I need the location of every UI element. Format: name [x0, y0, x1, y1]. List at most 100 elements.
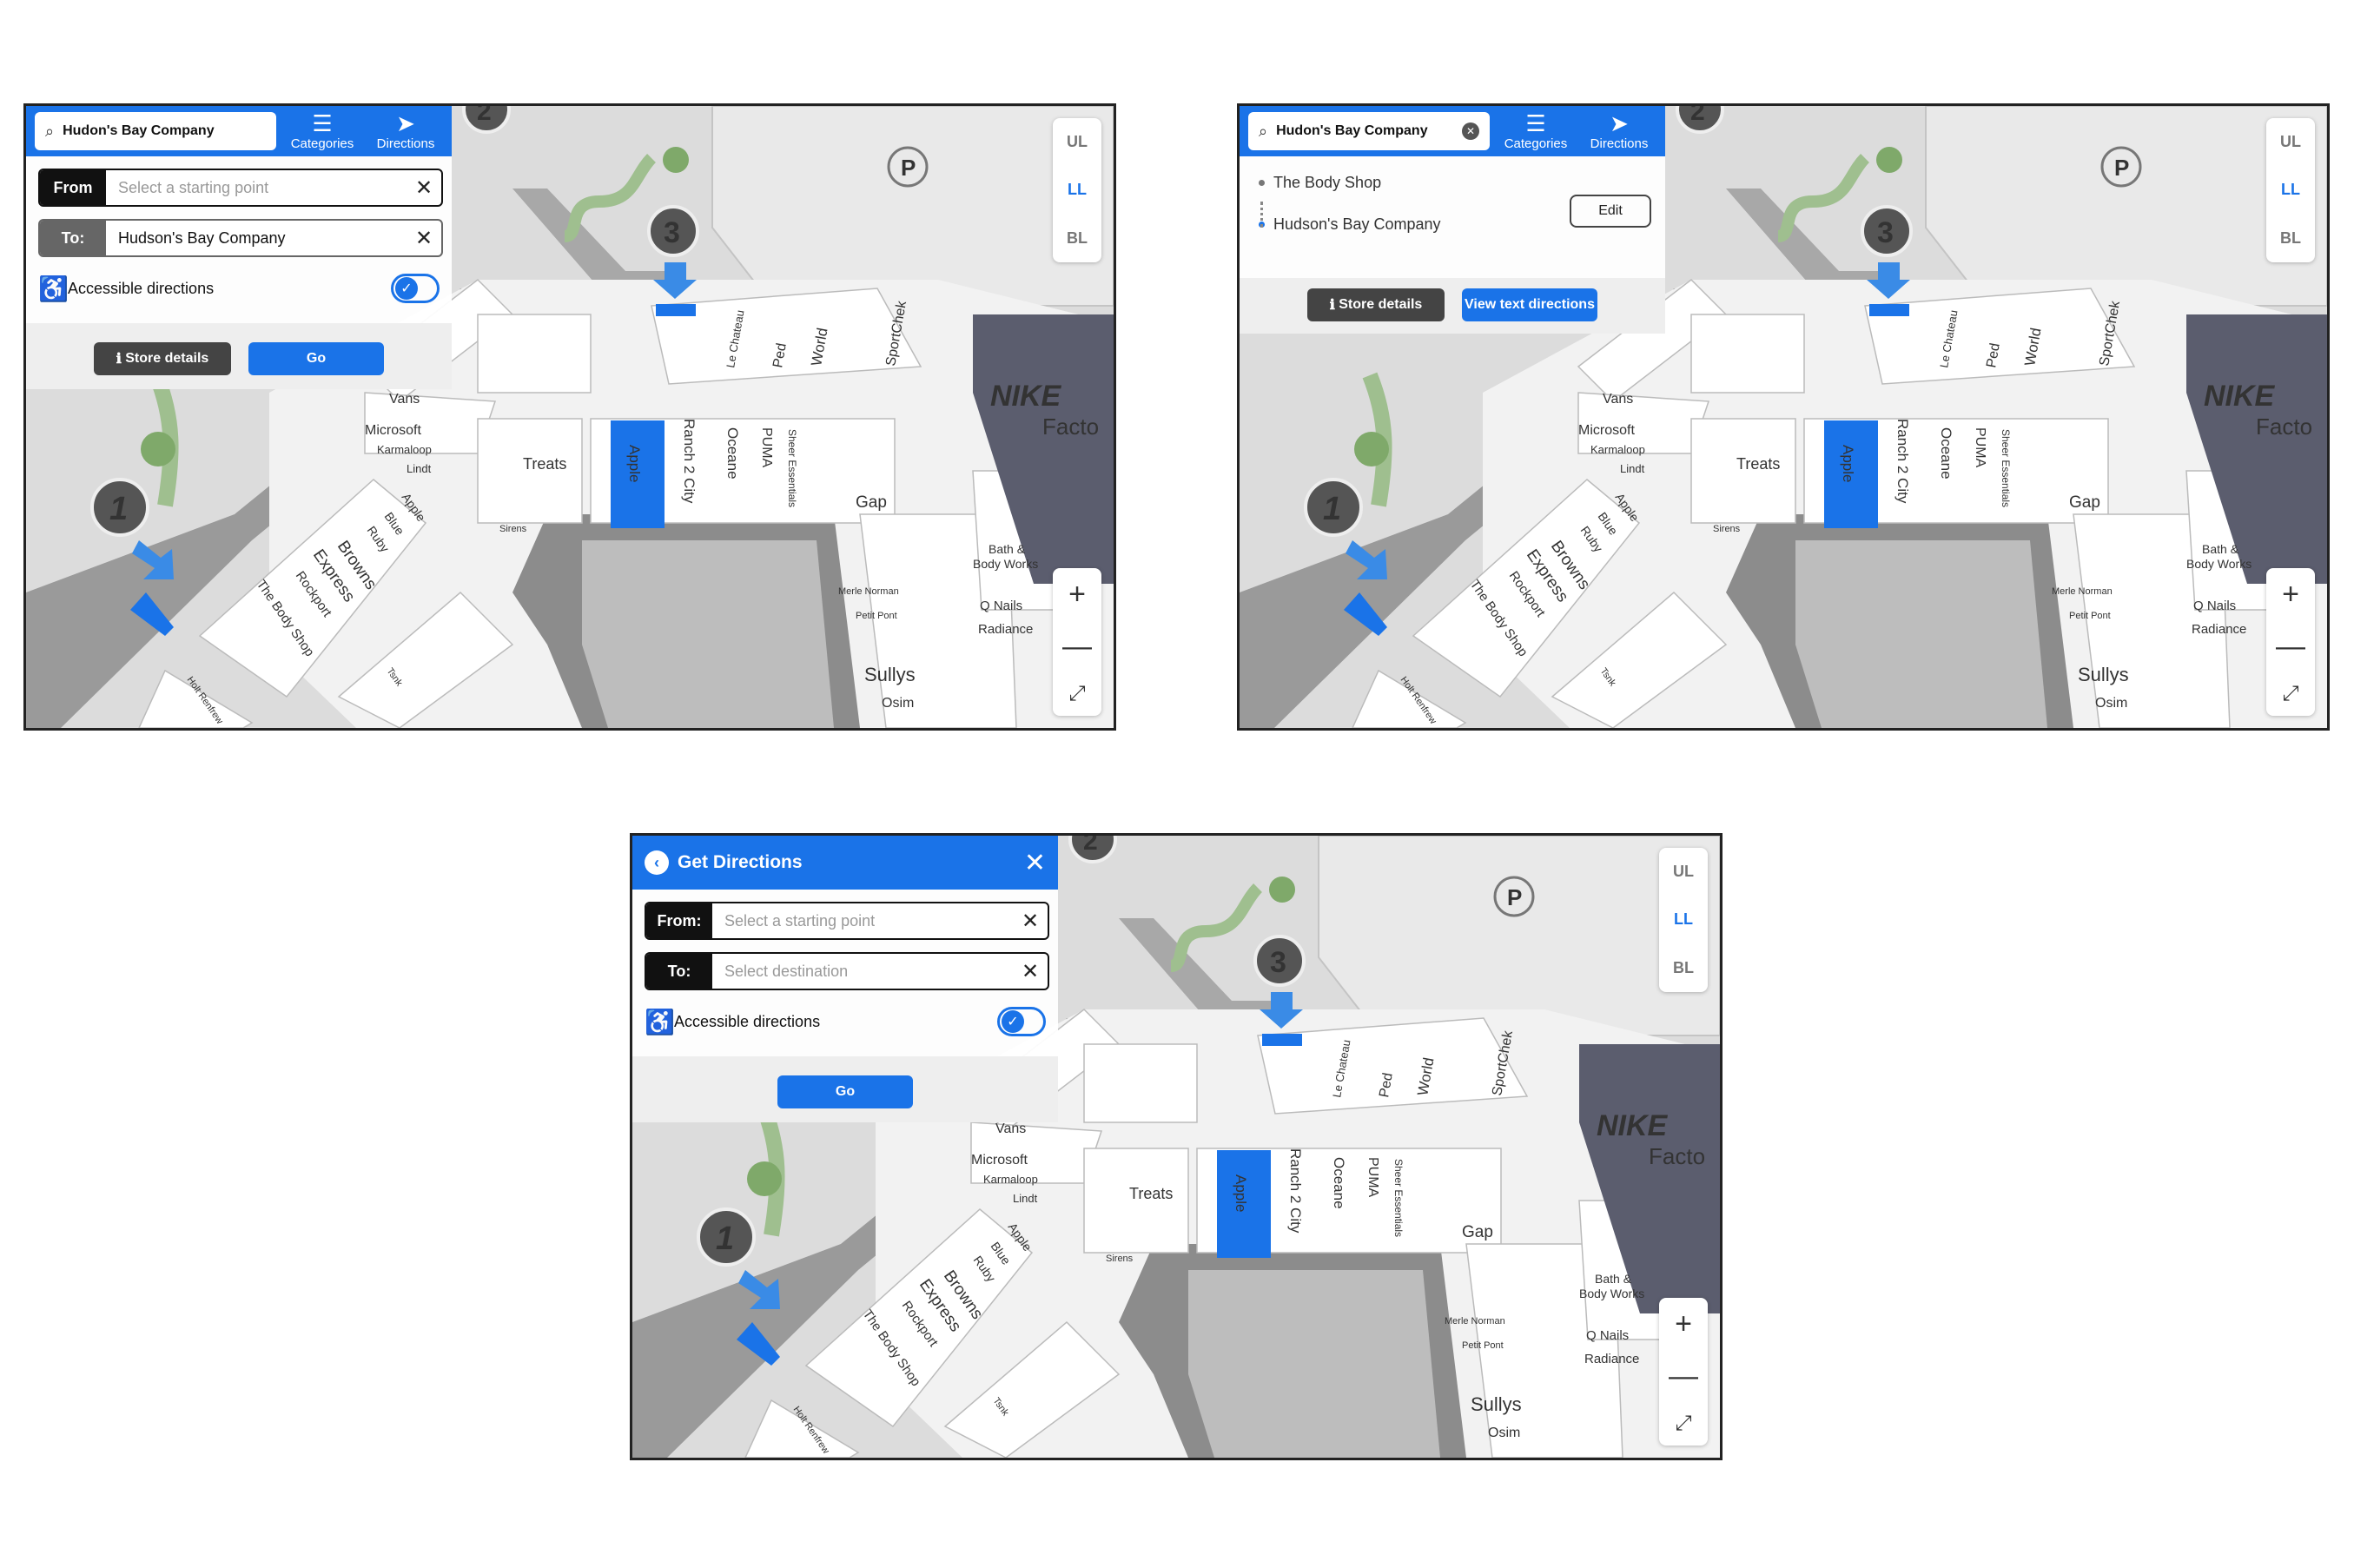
store-details-button[interactable]: ℹ Store details [94, 342, 231, 375]
to-field[interactable]: To: Hudson's Bay Company ✕ [38, 219, 443, 257]
clear-to-icon[interactable]: ✕ [407, 226, 441, 251]
go-button[interactable]: Go [248, 342, 384, 375]
expand-icon[interactable]: ⤢ [1675, 1413, 1691, 1434]
svg-text:Microsoft: Microsoft [971, 1153, 1028, 1168]
to-field[interactable]: To: Select destination ✕ [645, 952, 1049, 990]
accessible-label: Accessible directions [674, 1012, 821, 1030]
search-box[interactable]: ⌕ Hudon's Bay Company [35, 112, 276, 150]
origin-dot [1259, 179, 1265, 186]
expand-icon[interactable]: ⤢ [1068, 684, 1085, 705]
nike-logo: NIKE [1597, 1109, 1669, 1142]
svg-text:Osim: Osim [882, 696, 914, 711]
svg-text:Lindt: Lindt [1620, 462, 1645, 475]
accessible-toggle[interactable]: ✓ [997, 1007, 1046, 1036]
list-icon: ☰ [1525, 109, 1546, 136]
svg-text:Sheer Essentials: Sheer Essentials [2000, 429, 2012, 507]
floor-bl[interactable]: BL [1659, 952, 1708, 984]
floor-ul[interactable]: UL [1053, 126, 1101, 158]
accessible-row: ♿ Accessible directions ✓ [645, 1004, 1046, 1039]
to-input[interactable]: Hudson's Bay Company [106, 229, 407, 248]
clear-to-icon[interactable]: ✕ [1013, 959, 1048, 984]
zoom-out-button[interactable]: — [1669, 1361, 1698, 1391]
clear-from-icon[interactable]: ✕ [1013, 909, 1048, 934]
back-icon[interactable]: ‹ [645, 850, 669, 875]
to-tag: To: [40, 221, 106, 255]
search-box[interactable]: ⌕ Hudon's Bay Company ✕ [1248, 112, 1490, 150]
floor-selector[interactable]: UL LL BL [1053, 118, 1101, 262]
marker-2: 2 [477, 106, 492, 126]
zoom-in-button[interactable]: + [1068, 579, 1086, 609]
from-input[interactable]: Select a starting point [106, 179, 407, 197]
action-row: ℹ Store details Go [26, 323, 452, 389]
marker-1: 1 [1323, 491, 1341, 527]
svg-text:Vans: Vans [995, 1121, 1026, 1136]
directions-button[interactable]: ➤ Directions [1582, 112, 1656, 151]
svg-text:Body Works: Body Works [973, 557, 1038, 571]
svg-text:Ranch 2 City: Ranch 2 City [1287, 1148, 1304, 1234]
action-row: ℹ Store details View text directions [1240, 278, 1665, 334]
floor-bl[interactable]: BL [2266, 222, 2315, 255]
directions-button[interactable]: ➤ Directions [368, 112, 443, 151]
nike-sub: Facto [1042, 414, 1099, 440]
floor-ul[interactable]: UL [2266, 126, 2315, 158]
route-origin: The Body Shop [1259, 169, 1648, 196]
clear-search-icon[interactable]: ✕ [1462, 122, 1479, 140]
floor-selector[interactable]: UL LL BL [2266, 118, 2315, 262]
store-details-button[interactable]: ℹ Store details [1307, 288, 1445, 321]
store-details-label: Store details [125, 351, 209, 366]
marker-2: 2 [1083, 836, 1098, 856]
floor-ul[interactable]: UL [1659, 856, 1708, 888]
svg-text:Vans: Vans [1603, 392, 1633, 407]
clear-from-icon[interactable]: ✕ [407, 175, 441, 201]
edit-route-button[interactable]: Edit [1570, 195, 1651, 228]
store-apple: Apple [1840, 445, 1856, 482]
search-input[interactable]: Hudon's Bay Company [1276, 123, 1453, 139]
floor-selector[interactable]: UL LL BL [1659, 848, 1708, 992]
zoom-in-button[interactable]: + [1675, 1309, 1692, 1339]
svg-text:Karmaloop: Karmaloop [983, 1173, 1038, 1186]
marker-3: 3 [1877, 216, 1894, 249]
view-text-directions-button[interactable]: View text directions [1462, 288, 1597, 321]
svg-text:Sirens: Sirens [1713, 524, 1741, 534]
from-input[interactable]: Select a starting point [712, 912, 1013, 930]
categories-button[interactable]: ☰ Categories [1498, 112, 1573, 151]
svg-text:Sirens: Sirens [1106, 1254, 1134, 1264]
search-icon: ⌕ [1259, 122, 1268, 140]
search-input[interactable]: Hudon's Bay Company [63, 123, 266, 139]
svg-text:Gap: Gap [2069, 493, 2100, 512]
map-panel-route-view: P Apple NIKE Facto Vans Microsoft Karmal… [1237, 103, 2330, 731]
zoom-in-button[interactable]: + [2282, 579, 2299, 609]
floor-ll[interactable]: LL [1659, 903, 1708, 936]
expand-icon[interactable]: ⤢ [2282, 684, 2298, 705]
svg-text:Karmaloop: Karmaloop [377, 443, 432, 456]
route-summary: The Body Shop Hudson's Bay Company Edit [1240, 156, 1665, 278]
from-field[interactable]: From Select a starting point ✕ [38, 169, 443, 207]
marker-1: 1 [109, 491, 128, 527]
marker-3: 3 [1270, 946, 1286, 979]
from-field[interactable]: From: Select a starting point ✕ [645, 902, 1049, 940]
svg-text:Merle Norman: Merle Norman [1445, 1316, 1505, 1327]
svg-text:Bath &: Bath & [2202, 542, 2239, 556]
to-input[interactable]: Select destination [712, 963, 1013, 981]
parking-icon: P [1507, 884, 1522, 910]
go-button[interactable]: Go [777, 1075, 913, 1108]
nike-logo: NIKE [2204, 380, 2276, 413]
floor-ll[interactable]: LL [1053, 174, 1101, 206]
zoom-out-button[interactable]: — [1062, 632, 1092, 661]
floor-ll[interactable]: LL [2266, 174, 2315, 206]
zoom-out-button[interactable]: — [2276, 632, 2305, 661]
svg-text:Q Nails: Q Nails [2193, 599, 2236, 613]
categories-label: Categories [1504, 136, 1568, 151]
svg-text:Q Nails: Q Nails [980, 599, 1022, 613]
svg-text:Petit Pont: Petit Pont [1462, 1340, 1504, 1351]
svg-text:Osim: Osim [2095, 696, 2127, 711]
floor-bl[interactable]: BL [1053, 222, 1101, 255]
close-icon[interactable]: ✕ [1024, 848, 1046, 878]
from-tag: From [40, 170, 106, 205]
categories-button[interactable]: ☰ Categories [285, 112, 360, 151]
svg-text:PUMA: PUMA [759, 427, 774, 468]
svg-text:Oceane: Oceane [724, 427, 741, 480]
directions-label: Directions [376, 136, 435, 151]
svg-text:Body Works: Body Works [2186, 557, 2252, 571]
accessible-toggle[interactable]: ✓ [391, 274, 440, 303]
